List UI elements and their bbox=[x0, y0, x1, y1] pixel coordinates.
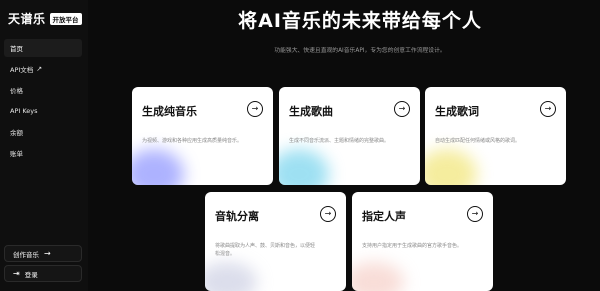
create-music-button[interactable]: 创作音乐 → bbox=[4, 245, 82, 262]
card-title: 指定人声 bbox=[362, 210, 406, 223]
arrow-right-icon[interactable]: → bbox=[540, 101, 556, 117]
card-description: 为视频、游戏和各种应用生成高质量纯音乐。 bbox=[142, 138, 243, 144]
sidebar: 天谱乐 开放平台 首页 API文档 ↗ 价格 API Keys 余额 账单 创作… bbox=[0, 0, 88, 291]
sidebar-item-label: 余额 bbox=[10, 129, 23, 137]
create-music-label: 创作音乐 bbox=[13, 250, 39, 259]
card-specify-vocals[interactable]: 指定人声 → 支持用户指定用于生成歌曲的官方歌手音色。 bbox=[352, 192, 493, 291]
brand[interactable]: 天谱乐 开放平台 bbox=[8, 10, 82, 27]
login-label: 登录 bbox=[24, 270, 38, 279]
arrow-right-icon: → bbox=[44, 249, 51, 258]
card-stem-separation[interactable]: 音轨分离 → 将歌曲提取为人声、鼓、贝斯和音色，以便轻松混音。 bbox=[205, 192, 346, 291]
card-description: 支持用户指定用于生成歌曲的官方歌手音色。 bbox=[362, 243, 463, 249]
brand-name: 天谱乐 bbox=[8, 12, 46, 26]
card-gradient bbox=[205, 262, 257, 291]
card-gradient bbox=[132, 149, 184, 185]
sidebar-item-api-keys[interactable]: API Keys bbox=[4, 102, 82, 120]
card-gradient bbox=[352, 262, 404, 291]
arrow-right-icon[interactable]: → bbox=[467, 206, 483, 222]
card-title: 生成纯音乐 bbox=[142, 105, 197, 118]
sidebar-item-home[interactable]: 首页 bbox=[4, 39, 82, 57]
card-generate-song[interactable]: 生成歌曲 → 生成不同音乐流派、主题和情绪的完整歌曲。 bbox=[279, 87, 420, 185]
card-generate-lyrics[interactable]: 生成歌词 → 自动生成匹配任何情绪或风格的歌词。 bbox=[425, 87, 566, 185]
external-link-icon: ↗ bbox=[36, 65, 43, 73]
card-gradient bbox=[279, 149, 329, 185]
login-icon: ⇥ bbox=[13, 269, 20, 278]
card-description: 自动生成匹配任何情绪或风格的歌词。 bbox=[435, 138, 521, 144]
brand-tag: 开放平台 bbox=[49, 12, 82, 25]
card-description: 将歌曲提取为人声、鼓、贝斯和音色，以便轻松混音。 bbox=[215, 243, 316, 257]
sidebar-item-label: 价格 bbox=[10, 87, 23, 95]
sidebar-item-label: 首页 bbox=[10, 45, 23, 53]
card-title: 音轨分离 bbox=[215, 210, 259, 223]
sidebar-item-label: 账单 bbox=[10, 150, 23, 158]
card-title: 生成歌曲 bbox=[289, 105, 333, 118]
login-button[interactable]: ⇥ 登录 bbox=[4, 265, 82, 282]
sidebar-item-pricing[interactable]: 价格 bbox=[4, 81, 82, 99]
page-subtitle: 功能强大、快速且直观的AI音乐API，专为您的创意工作流程设计。 bbox=[274, 48, 446, 54]
sidebar-item-label: API文档 bbox=[10, 66, 34, 74]
arrow-right-icon[interactable]: → bbox=[320, 206, 336, 222]
sidebar-item-label: API Keys bbox=[10, 107, 38, 115]
sidebar-item-balance[interactable]: 余额 bbox=[4, 123, 82, 141]
card-title: 生成歌词 bbox=[435, 105, 479, 118]
app-root: 天谱乐 开放平台 首页 API文档 ↗ 价格 API Keys 余额 账单 创作… bbox=[0, 0, 600, 291]
sidebar-item-api-docs[interactable]: API文档 ↗ bbox=[4, 60, 82, 78]
page-title: 将AI音乐的未来带给每个人 bbox=[238, 10, 482, 32]
arrow-right-icon[interactable]: → bbox=[247, 101, 263, 117]
sidebar-item-billing[interactable]: 账单 bbox=[4, 144, 82, 162]
sidebar-nav: 首页 API文档 ↗ 价格 API Keys 余额 账单 bbox=[4, 39, 82, 165]
card-description: 生成不同音乐流派、主题和情绪的完整歌曲。 bbox=[289, 138, 390, 144]
card-generate-instrumental[interactable]: 生成纯音乐 → 为视频、游戏和各种应用生成高质量纯音乐。 bbox=[132, 87, 273, 185]
card-gradient bbox=[425, 149, 477, 185]
arrow-right-icon[interactable]: → bbox=[394, 101, 410, 117]
